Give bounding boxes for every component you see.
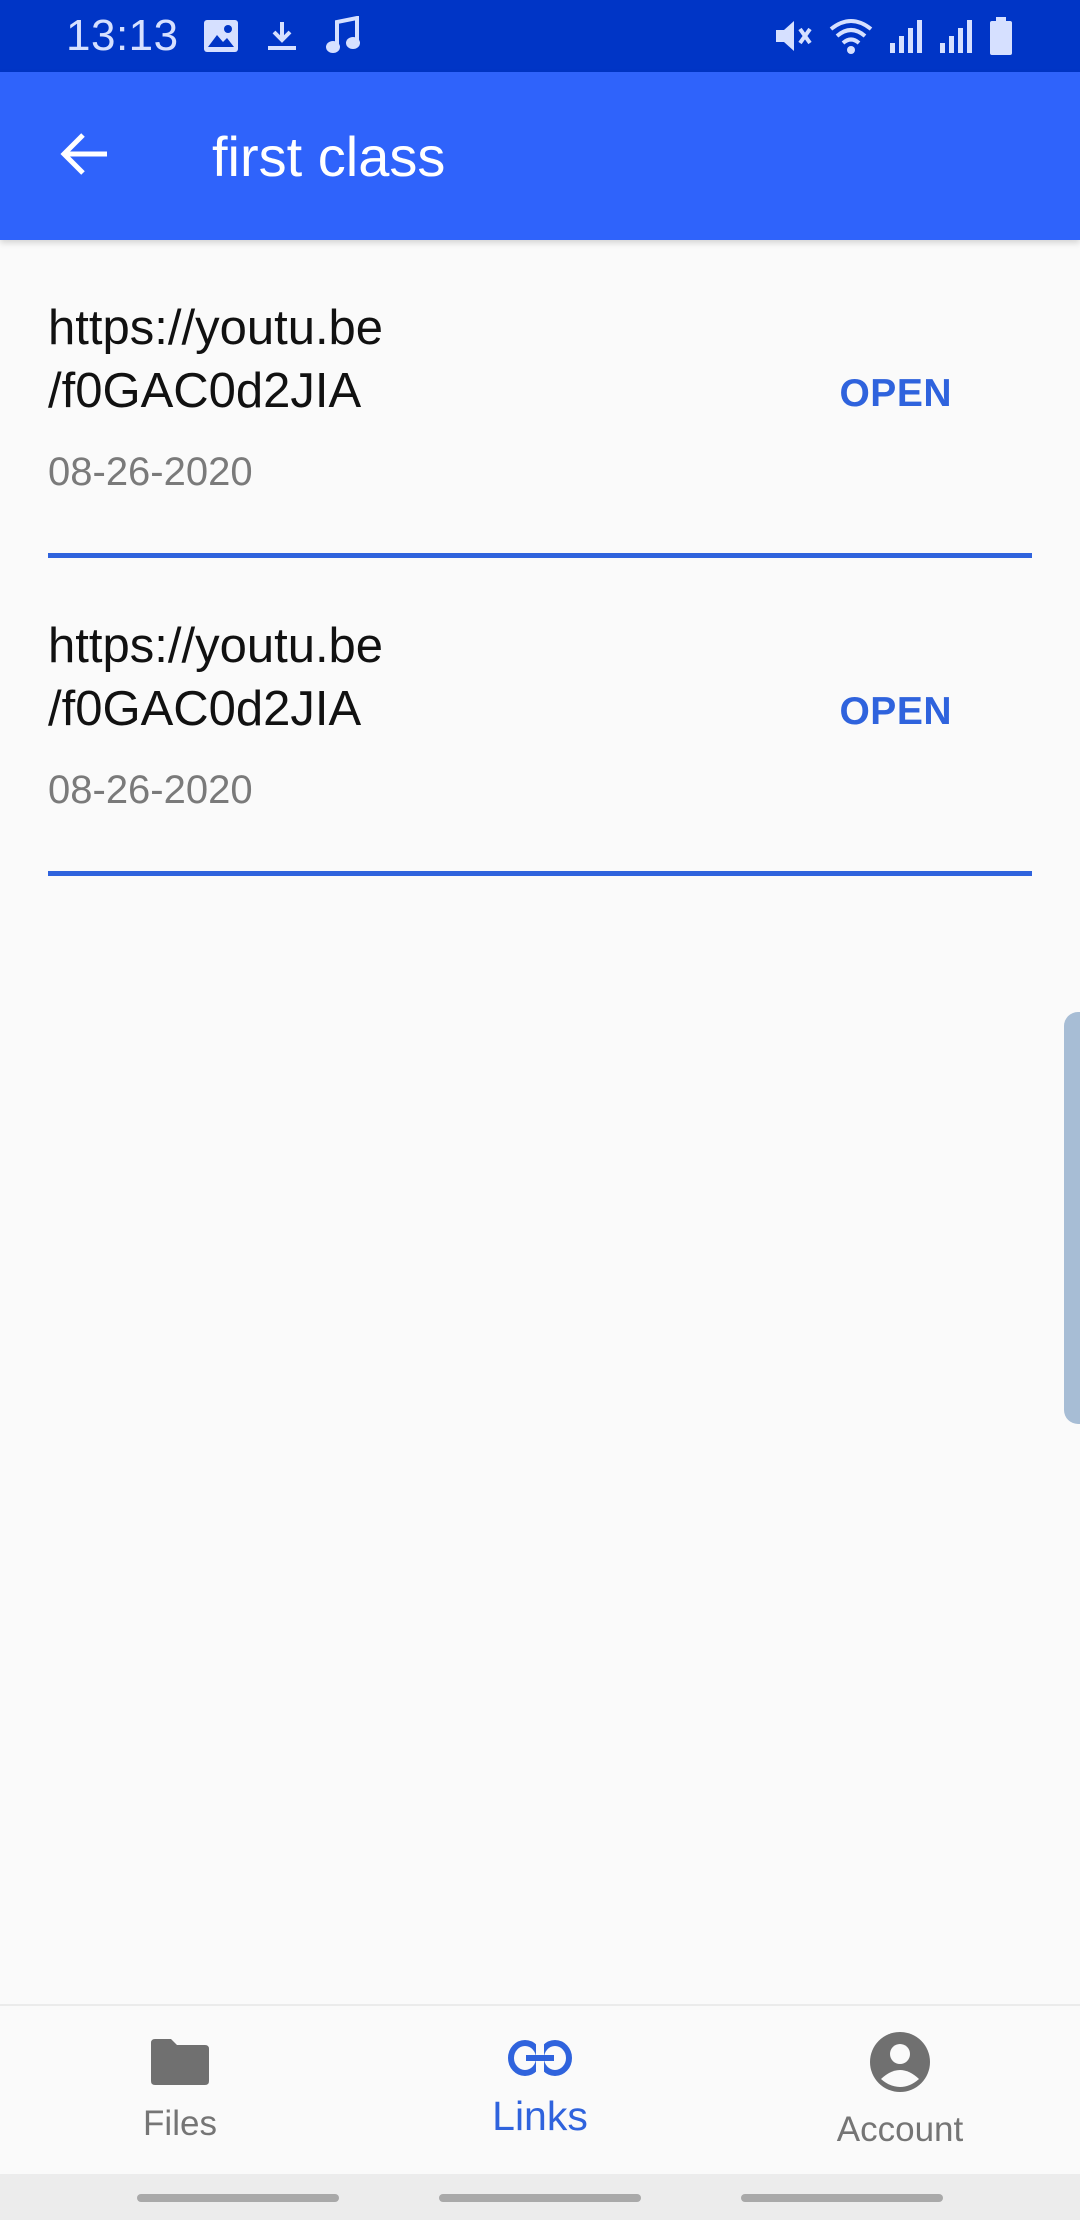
link-list: https://youtu.be /f0GAC0d2JIA 08-26-2020… (0, 240, 1080, 876)
account-circle-icon (869, 2031, 931, 2098)
download-icon (265, 19, 299, 53)
nav-label: Files (143, 2103, 217, 2143)
status-time: 13:13 (66, 11, 179, 60)
status-bar: 13:13 (0, 0, 1080, 72)
wifi-icon (828, 17, 874, 55)
link-icon (508, 2040, 572, 2081)
nav-label: Links (492, 2093, 588, 2139)
signal-icon (888, 17, 924, 55)
system-gesture-bar (0, 2174, 1080, 2220)
app-bar: first class (0, 72, 1080, 240)
battery-icon (988, 16, 1014, 56)
link-url: https://youtu.be /f0GAC0d2JIA (48, 619, 384, 736)
mute-icon (774, 17, 814, 55)
bottom-navigation: Files Links Account (0, 2004, 1080, 2174)
music-note-icon (325, 16, 361, 56)
open-button[interactable]: OPEN (819, 360, 972, 428)
image-icon (203, 19, 239, 53)
signal-icon (938, 17, 974, 55)
link-url: https://youtu.be /f0GAC0d2JIA (48, 301, 384, 418)
list-item: https://youtu.be /f0GAC0d2JIA 08-26-2020… (48, 240, 1032, 558)
gesture-pill-right[interactable] (741, 2194, 943, 2202)
back-button[interactable] (40, 111, 130, 201)
list-item: https://youtu.be /f0GAC0d2JIA 08-26-2020… (48, 558, 1032, 876)
scroll-handle[interactable] (1064, 1012, 1080, 1424)
gesture-pill-left[interactable] (137, 2194, 339, 2202)
nav-item-files[interactable]: Files (0, 2006, 360, 2174)
nav-label: Account (836, 2109, 964, 2149)
link-date: 08-26-2020 (48, 768, 253, 812)
arrow-back-icon (59, 130, 111, 183)
open-button[interactable]: OPEN (819, 678, 972, 746)
nav-item-links[interactable]: Links (360, 2006, 720, 2174)
page-title: first class (212, 124, 446, 188)
link-date: 08-26-2020 (48, 450, 253, 494)
nav-item-account[interactable]: Account (720, 2006, 1080, 2174)
gesture-pill-center[interactable] (439, 2194, 641, 2202)
folder-icon (149, 2037, 211, 2092)
